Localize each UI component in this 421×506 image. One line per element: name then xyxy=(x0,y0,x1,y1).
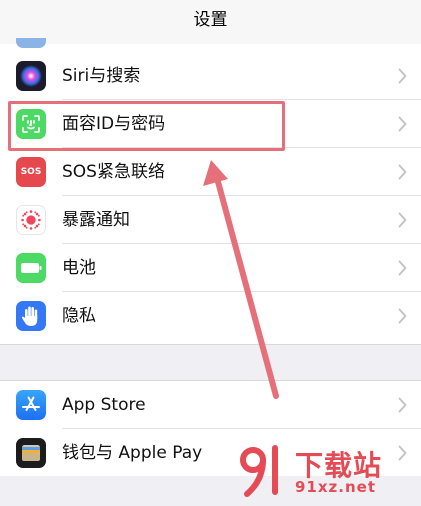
annotation-arrow xyxy=(203,160,279,399)
watermark-logo-icon xyxy=(240,445,278,497)
watermark: 下载站 91xz.net xyxy=(235,440,415,502)
watermark-url: 91xz.net xyxy=(295,478,377,496)
